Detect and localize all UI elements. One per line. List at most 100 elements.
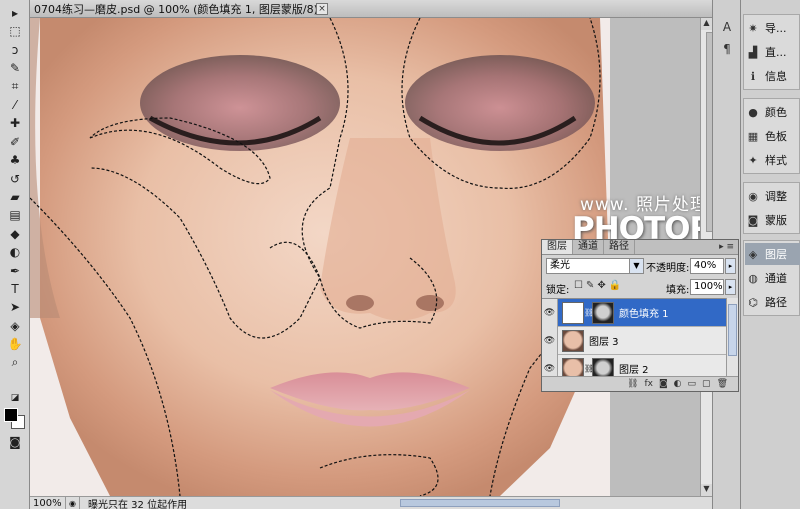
history-brush-icon[interactable]: ↺ [4, 170, 26, 188]
channels-icon: ◍ [748, 271, 758, 285]
tab-channels[interactable]: 通道 [573, 240, 604, 254]
foreground-color-swatch[interactable] [4, 408, 18, 422]
layers-icon: ◈ [748, 247, 758, 261]
layer-thumbnail[interactable] [562, 301, 584, 324]
layer-mask-thumbnail[interactable] [592, 357, 614, 376]
adjustments-icon: ◉ [748, 189, 758, 203]
move-icon[interactable]: ▸ [4, 4, 26, 22]
eyedropper-icon[interactable]: ⁄ [4, 96, 26, 114]
marquee-icon[interactable]: ⬚ [4, 22, 26, 40]
eye-icon[interactable]: 👁 [542, 354, 558, 376]
scroll-up-icon[interactable]: ▲ [701, 18, 712, 30]
panel-info[interactable]: ℹ 信息 [745, 65, 800, 87]
quick-mask-icon[interactable]: ◙ [4, 433, 26, 451]
layers-panel-tabs: 图层 通道 路径 ▸ ≡ [542, 240, 738, 255]
zoom-level[interactable]: 100% [30, 497, 66, 509]
chevron-down-icon[interactable]: ▼ [629, 259, 643, 273]
layer-name[interactable]: 图层 2 [619, 361, 649, 376]
lock-label: 锁定: [546, 285, 570, 296]
panel-histogram[interactable]: ▟ 直... [745, 41, 800, 63]
layer-list-scroll-thumb[interactable] [728, 304, 737, 356]
panel-navigator[interactable]: ✷ 导... [745, 17, 800, 39]
document-title: 0704练习—磨皮.psd @ 100% (颜色填充 1, 图层蒙版/8) * [34, 2, 327, 16]
lasso-icon[interactable]: ↄ [4, 41, 26, 59]
shape-icon[interactable]: ◈ [4, 317, 26, 335]
fill-slider-button[interactable]: ▸ [725, 279, 736, 295]
lock-pixels-icon[interactable]: ✎ [586, 280, 594, 291]
adjustment-layer-icon[interactable]: ◐ [674, 379, 682, 389]
type-icon[interactable]: T [4, 280, 26, 298]
link-layers-icon[interactable]: ⛓ [627, 379, 638, 389]
panel-adjustments[interactable]: ◉ 调整 [745, 185, 800, 207]
new-layer-icon[interactable]: ▢ [702, 379, 711, 389]
face-photo[interactable] [30, 18, 610, 496]
hand-icon[interactable]: ✋ [4, 335, 26, 353]
eraser-icon[interactable]: ▰ [4, 188, 26, 206]
layer-style-icon[interactable]: fx [644, 379, 653, 389]
layer-thumbnail[interactable] [562, 357, 584, 376]
pen-icon[interactable]: ✒ [4, 262, 26, 280]
layer-name[interactable]: 颜色填充 1 [619, 305, 669, 320]
color-icon: ● [748, 105, 758, 119]
blend-mode-select[interactable]: 柔光 ▼ [546, 258, 644, 274]
opacity-slider-button[interactable]: ▸ [725, 258, 736, 274]
layer-mask-thumbnail[interactable] [592, 301, 614, 324]
layer-name[interactable]: 图层 3 [589, 333, 619, 348]
clone-stamp-icon[interactable]: ♣ [4, 151, 26, 169]
dodge-icon[interactable]: ◐ [4, 243, 26, 261]
brush-icon[interactable]: ✐ [4, 133, 26, 151]
layer-list: 👁 ⛓ 颜色填充 1 👁 图层 3 👁 ⛓ 图层 2 [542, 298, 726, 376]
eye-icon[interactable]: 👁 [542, 326, 558, 355]
default-colors-icon[interactable]: ◪ [4, 392, 26, 404]
layer-row[interactable]: 👁 ⛓ 图层 2 [542, 354, 726, 376]
link-icon[interactable]: ⛓ [584, 364, 594, 373]
eye-icon[interactable]: 👁 [542, 299, 558, 327]
panel-layers[interactable]: ◈ 图层 [745, 243, 800, 265]
gradient-icon[interactable]: ▤ [4, 206, 26, 224]
opacity-input[interactable]: 40% [690, 258, 724, 274]
panel-channels[interactable]: ◍ 通道 [745, 267, 800, 289]
collapse-icon[interactable]: A [718, 18, 736, 36]
status-menu-icon[interactable]: ◉ [66, 497, 80, 509]
add-mask-icon[interactable]: ◙ [659, 379, 668, 389]
new-group-icon[interactable]: ▭ [688, 379, 697, 389]
panel-label: 路径 [765, 296, 787, 309]
healing-brush-icon[interactable]: ✚ [4, 114, 26, 132]
zoom-icon[interactable]: ⌕ [4, 354, 26, 372]
panel-styles[interactable]: ✦ 样式 [745, 149, 800, 171]
horizontal-scroll-thumb[interactable] [400, 499, 560, 507]
link-icon[interactable]: ⛓ [584, 308, 594, 317]
panel-swatches[interactable]: ▦ 色板 [745, 125, 800, 147]
scroll-down-icon[interactable]: ▼ [701, 484, 712, 496]
layer-row[interactable]: 👁 图层 3 [542, 326, 726, 355]
tab-paths[interactable]: 路径 [604, 240, 635, 254]
crop-icon[interactable]: ⌗ [4, 78, 26, 96]
document-tab[interactable]: 0704练习—磨皮.psd @ 100% (颜色填充 1, 图层蒙版/8) * … [30, 0, 712, 18]
fill-input[interactable]: 100% [690, 279, 724, 295]
face-photo-drawing [30, 18, 610, 496]
panel-menu-icon[interactable]: ▸ ≡ [719, 242, 734, 252]
paths-icon: ⌬ [748, 295, 758, 309]
quick-select-icon[interactable]: ✎ [4, 59, 26, 77]
layer-list-scrollbar[interactable] [726, 298, 738, 376]
panel-label: 信息 [765, 70, 787, 83]
layer-thumbnail[interactable] [562, 329, 584, 352]
panel-label: 色板 [765, 130, 787, 143]
panel-masks[interactable]: ◙ 蒙版 [745, 209, 800, 231]
panel-color[interactable]: ● 颜色 [745, 101, 800, 123]
close-icon[interactable]: × [316, 3, 328, 15]
layer-row[interactable]: 👁 ⛓ 颜色填充 1 [542, 299, 726, 327]
panel-paths[interactable]: ⌬ 路径 [745, 291, 800, 313]
toolbox: ◪ ◙ ▸ ⬚ ↄ ✎ ⌗ ⁄ ✚ ✐ ♣ ↺ ▰ ▤ ◆ ◐ ✒ T ➤ ◈ ✋ ⌕ [0, 0, 30, 509]
layers-panel-footer: ⛓ fx ◙ ◐ ▭ ▢ 🗑 [542, 376, 738, 391]
tab-layers[interactable]: 图层 [542, 240, 573, 254]
lock-position-icon[interactable]: ✥ [597, 280, 605, 291]
styles-icon: ✦ [748, 153, 758, 167]
lock-transparency-icon[interactable]: ☐ [574, 280, 583, 291]
paragraph-icon[interactable]: ¶ [718, 40, 736, 58]
path-select-icon[interactable]: ➤ [4, 298, 26, 316]
blur-icon[interactable]: ◆ [4, 225, 26, 243]
trash-icon[interactable]: 🗑 [717, 379, 728, 389]
status-message: 曝光只在 32 位起作用 [88, 499, 188, 509]
lock-all-icon[interactable]: 🔒 [609, 280, 621, 291]
